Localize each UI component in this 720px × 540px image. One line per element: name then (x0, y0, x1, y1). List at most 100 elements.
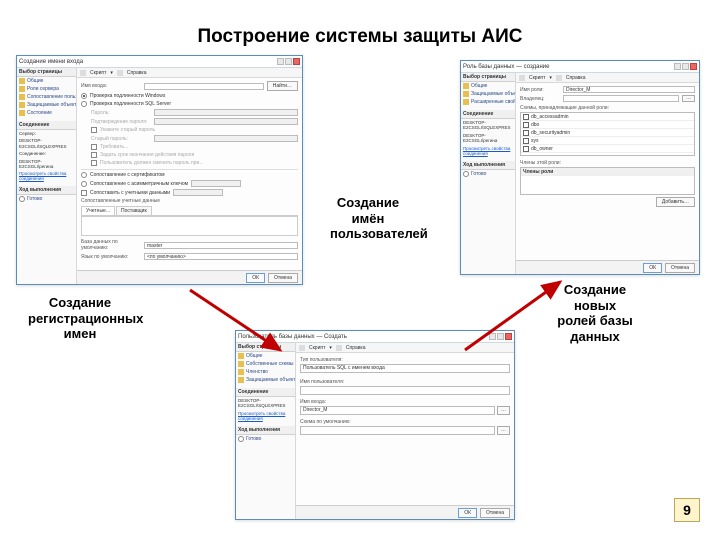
server-label: Сервер: (17, 130, 76, 137)
members-listbox[interactable]: Члены роли (520, 167, 695, 195)
user-name-input[interactable] (300, 386, 510, 395)
sidebar-item-status[interactable]: Состояние (17, 109, 76, 117)
maximize-icon[interactable] (682, 63, 689, 70)
page-icon (238, 361, 244, 367)
sidebar-head: Выбор страницы (17, 68, 76, 77)
help-icon[interactable] (117, 70, 123, 76)
ok-button[interactable]: ОК (643, 263, 662, 273)
minimize-icon[interactable] (277, 58, 284, 65)
auth-asym-radio[interactable] (81, 181, 87, 187)
list-item: dbo (521, 121, 694, 129)
sidebar-item-membership[interactable]: Членство (236, 368, 295, 376)
toolbar-help[interactable]: Справка (127, 70, 147, 76)
user-window-titlebar[interactable]: Пользователь базы данных — Создать (236, 331, 514, 343)
tab-provider[interactable]: Поставщик (116, 206, 152, 215)
tab-credentials[interactable]: Учетные... (81, 206, 115, 215)
sidebar-item-general[interactable]: Общие (17, 77, 76, 85)
auth-cert-radio[interactable] (81, 172, 87, 178)
slide-title: Построение системы защиты АИС (0, 26, 720, 48)
login-name-input[interactable] (144, 83, 264, 90)
toolbar-script[interactable]: Скрипт (90, 70, 106, 76)
default-db-select[interactable]: master (144, 242, 298, 249)
search-button[interactable]: Найти… (267, 81, 298, 91)
browse-owner-button[interactable]: … (682, 95, 695, 102)
role-window-titlebar[interactable]: Роль базы данных — создание (461, 61, 699, 73)
sidebar-item-securables[interactable]: Защищаемые объекты (17, 101, 76, 109)
page-icon (238, 369, 244, 375)
browse-schema-button[interactable]: … (497, 426, 510, 435)
role-owner-label: Владелец: (520, 96, 560, 102)
ok-button[interactable]: ОК (458, 508, 477, 518)
page-icon (19, 110, 25, 116)
sidebar-item-user-mapping[interactable]: Сопоставление пользователей (17, 93, 76, 101)
map-cred-check[interactable] (81, 190, 87, 196)
login-window-titlebar[interactable]: Создание имени входа (17, 56, 302, 68)
user-type-label: Тип пользователя: (300, 356, 510, 364)
page-icon (19, 86, 25, 92)
login-sidebar: Выбор страницы Общие Роли сервера Сопост… (17, 68, 77, 284)
maximize-icon[interactable] (285, 58, 292, 65)
default-db-label: База данных по умолчанию: (81, 239, 141, 251)
user-sidebar: Выбор страницы Общие Собственные схемы Ч… (236, 343, 296, 519)
role-content: Скрипт▾ Справка Имя роли: Director_M Вла… (516, 73, 699, 274)
schemas-listbox[interactable]: db_accessadmin dbo db_securityadmin sys … (520, 112, 695, 156)
old-password-check (91, 127, 97, 133)
view-connection-props-link[interactable]: Просмотреть свойства соединения (461, 145, 515, 157)
help-icon[interactable] (556, 75, 562, 81)
role-sidebar: Выбор страницы Общие Защищаемые объекты … (461, 73, 516, 274)
cancel-button[interactable]: Отмена (480, 508, 510, 518)
role-owner-input[interactable] (563, 95, 679, 102)
maximize-icon[interactable] (497, 333, 504, 340)
close-icon[interactable] (690, 63, 697, 70)
sidebar-item-general[interactable]: Общие (461, 82, 515, 90)
browse-login-button[interactable]: … (497, 406, 510, 415)
connection-value: DESKTOP-E2CSGLI\регина (17, 158, 76, 171)
caption-user-creation: Создание имён пользователей (330, 195, 406, 242)
login-window: Создание имени входа Выбор страницы Общи… (16, 55, 303, 285)
page-icon (19, 102, 25, 108)
default-lang-select[interactable]: <по умолчанию> (144, 253, 298, 260)
user-type-select[interactable]: Пользователь SQL с именем входа (300, 364, 510, 373)
list-item: sys (521, 137, 694, 145)
connection-label: Соединение: (17, 150, 76, 157)
sidebar-item-general[interactable]: Общие (236, 352, 295, 360)
login-name-label: Имя входа: (81, 83, 141, 89)
page-icon (238, 377, 244, 383)
ready-icon (238, 436, 244, 442)
view-connection-props-link[interactable]: Просмотреть свойства соединения (17, 170, 76, 182)
close-icon[interactable] (293, 58, 300, 65)
page-number: 9 (674, 498, 700, 522)
minimize-icon[interactable] (674, 63, 681, 70)
user-schema-input[interactable] (300, 426, 495, 435)
list-item: db_securityadmin (521, 129, 694, 137)
auth-sql-radio[interactable] (81, 101, 87, 107)
auth-windows-radio[interactable] (81, 93, 87, 99)
default-lang-label: Язык по умолчанию: (81, 254, 141, 260)
sidebar-item-securables[interactable]: Защищаемые объекты (461, 90, 515, 98)
add-button[interactable]: Добавить… (656, 197, 695, 207)
role-name-input[interactable]: Director_M (563, 86, 695, 93)
sidebar-item-owned-schemas[interactable]: Собственные схемы (236, 360, 295, 368)
sidebar-item-server-roles[interactable]: Роли сервера (17, 85, 76, 93)
view-connection-props-link[interactable]: Просмотреть свойства соединения (236, 410, 295, 422)
script-icon[interactable] (299, 345, 305, 351)
change-password-check (91, 160, 97, 166)
sidebar-item-extended-props[interactable]: Расширенные свойства (461, 98, 515, 106)
ok-button[interactable]: ОК (246, 273, 265, 283)
mapped-creds-label: Сопоставленные учетные данные (81, 198, 160, 204)
user-login-input[interactable]: Director_M (300, 406, 495, 415)
members-head: Члены этой роли: (520, 159, 695, 167)
help-icon[interactable] (336, 345, 342, 351)
page-icon (463, 99, 469, 105)
cancel-button[interactable]: Отмена (665, 263, 695, 273)
minimize-icon[interactable] (489, 333, 496, 340)
mapped-credentials-grid[interactable] (81, 216, 298, 236)
close-icon[interactable] (505, 333, 512, 340)
script-icon[interactable] (80, 70, 86, 76)
list-item: db_accessadmin (521, 113, 694, 121)
progress-ready: Готово (17, 195, 76, 203)
sidebar-item-securables[interactable]: Защищаемые объекты (236, 376, 295, 384)
cancel-button[interactable]: Отмена (268, 273, 298, 283)
script-icon[interactable] (519, 75, 525, 81)
page-icon (19, 94, 25, 100)
